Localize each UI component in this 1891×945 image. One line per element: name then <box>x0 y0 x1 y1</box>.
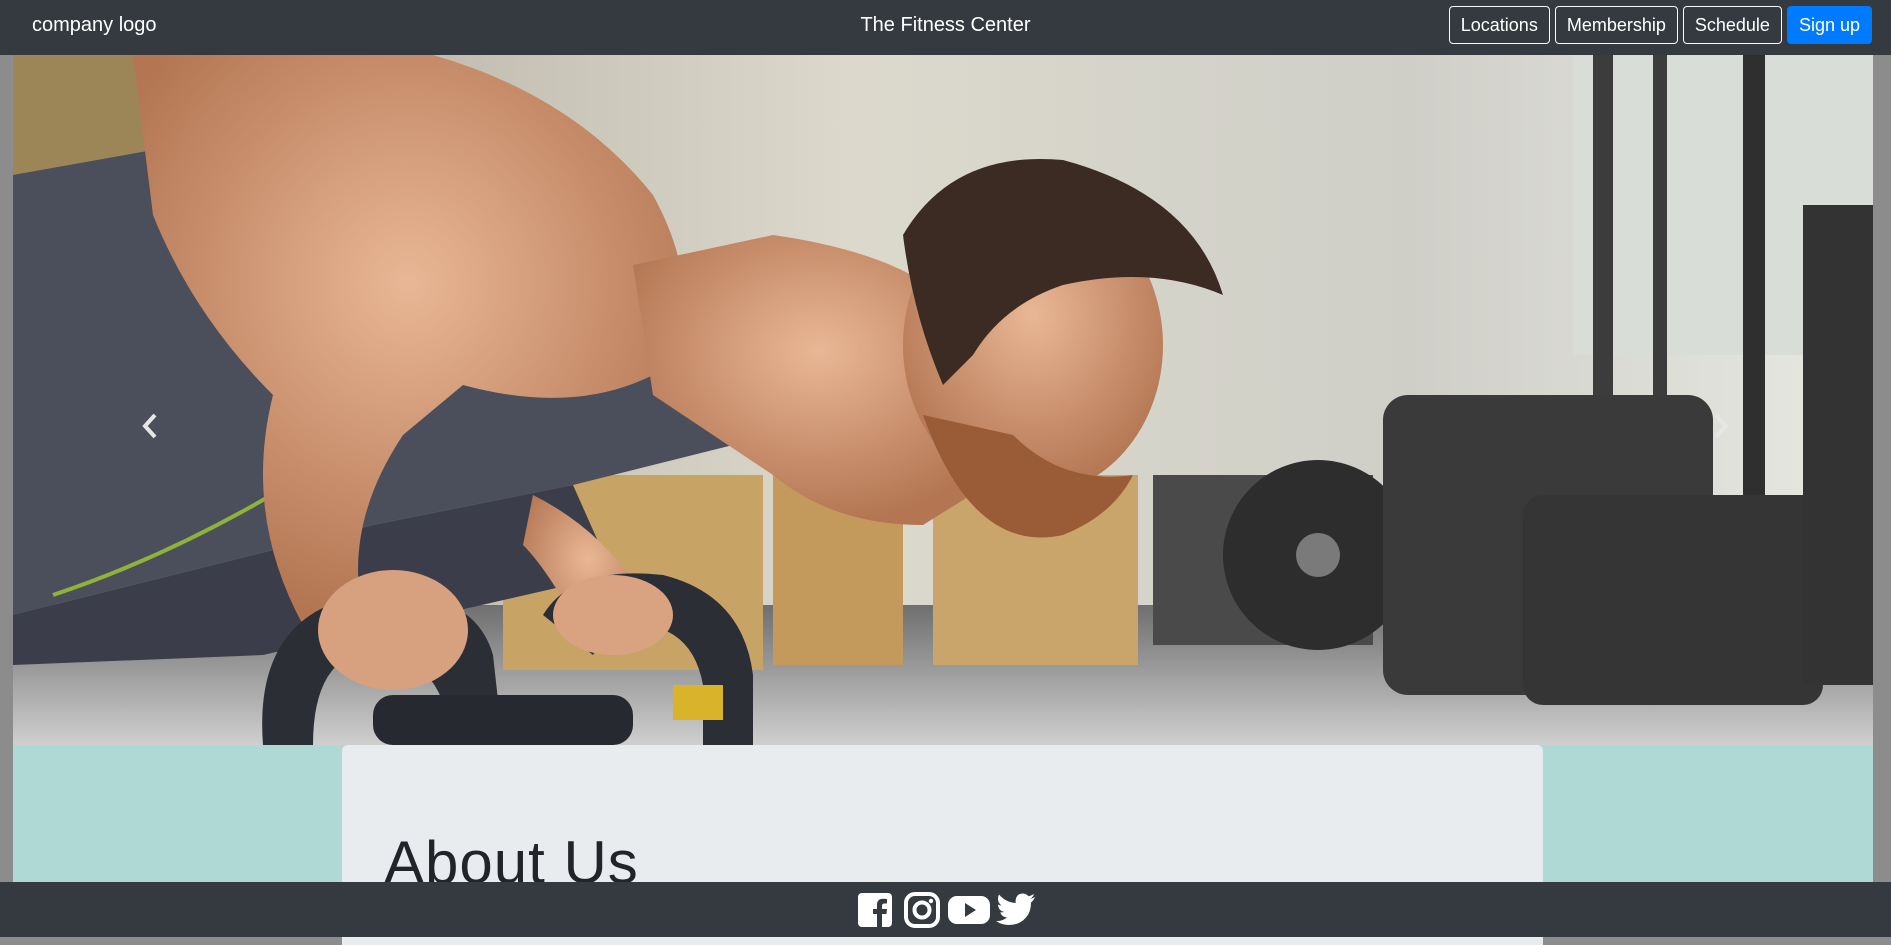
chevron-right-icon <box>1714 413 1729 439</box>
top-navbar: company logo The Fitness Center Location… <box>0 0 1891 55</box>
facebook-link[interactable] <box>854 889 896 931</box>
membership-button[interactable]: Membership <box>1554 6 1678 44</box>
company-logo[interactable]: company logo <box>32 0 157 50</box>
facebook-icon <box>858 892 892 928</box>
twitter-link[interactable] <box>995 889 1037 931</box>
sign-up-button[interactable]: Sign up <box>1786 6 1872 44</box>
carousel-next-button[interactable] <box>1696 390 1746 462</box>
instagram-link[interactable] <box>901 889 943 931</box>
footer <box>0 882 1891 937</box>
schedule-button[interactable]: Schedule <box>1682 6 1782 44</box>
chevron-left-icon <box>142 413 157 439</box>
youtube-link[interactable] <box>948 889 990 931</box>
nav-buttons: Locations Membership Schedule Sign up <box>1448 6 1872 44</box>
youtube-icon <box>948 895 990 924</box>
twitter-icon <box>996 893 1035 925</box>
hero-carousel <box>13 55 1873 745</box>
carousel-prev-button[interactable] <box>125 390 175 462</box>
hero-image <box>13 55 1873 745</box>
instagram-icon <box>904 891 940 928</box>
locations-button[interactable]: Locations <box>1448 6 1550 44</box>
